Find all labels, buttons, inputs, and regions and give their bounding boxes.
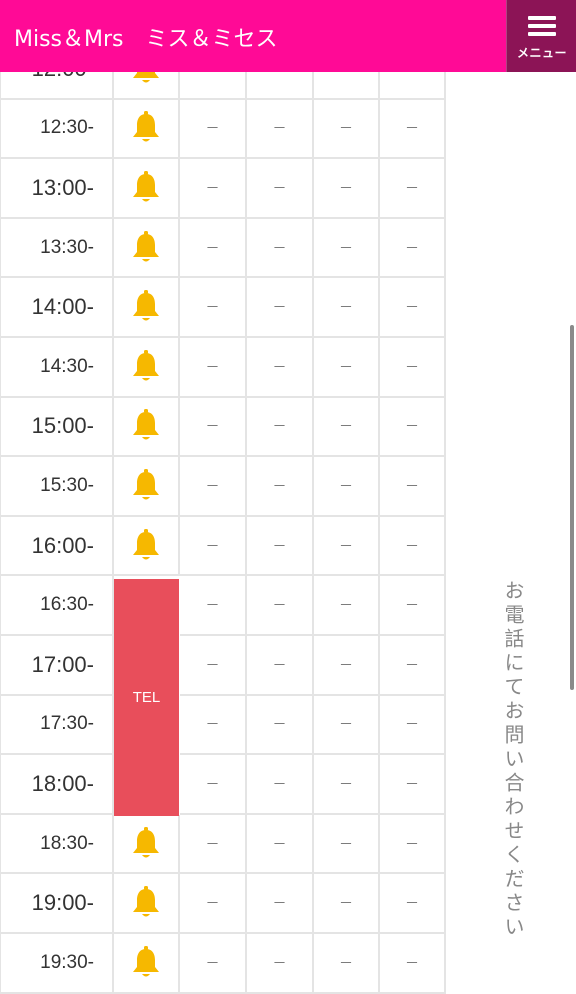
- bell-icon[interactable]: [114, 278, 180, 338]
- unavailable-slot: －: [180, 338, 247, 398]
- unavailable-slot: －: [180, 814, 247, 875]
- brand-title[interactable]: Miss＆Mrs ミス＆ミセス: [14, 21, 278, 53]
- unavailable-slot: －: [180, 159, 247, 219]
- tel-booking-block[interactable]: TEL: [114, 579, 179, 816]
- bell-icon[interactable]: [114, 159, 180, 219]
- bell-icon[interactable]: [114, 99, 180, 160]
- unavailable-slot: －: [314, 457, 380, 517]
- unavailable-slot: －: [380, 695, 446, 756]
- unavailable-slot: －: [380, 755, 446, 815]
- unavailable-slot: －: [314, 99, 380, 160]
- unavailable-slot: －: [380, 159, 446, 219]
- hamburger-icon-bar: [528, 32, 556, 36]
- time-slot-label: 14:30-: [0, 338, 114, 398]
- bell-icon[interactable]: [114, 338, 180, 398]
- hamburger-icon: [528, 16, 556, 20]
- unavailable-slot: －: [314, 695, 380, 756]
- unavailable-slot: －: [247, 814, 314, 875]
- unavailable-slot: －: [314, 159, 380, 219]
- unavailable-slot: －: [180, 457, 247, 517]
- unavailable-slot: －: [380, 814, 446, 875]
- unavailable-slot: －: [247, 934, 314, 994]
- unavailable-slot: －: [380, 516, 446, 577]
- time-slot-label: 14:00-: [0, 278, 114, 338]
- phone-inquiry-note: お電話にてお問い合わせください: [501, 580, 525, 940]
- time-slot-label: 17:00-: [0, 636, 114, 696]
- unavailable-slot: －: [180, 934, 247, 994]
- bell-icon[interactable]: [114, 934, 180, 994]
- bell-icon[interactable]: [114, 516, 180, 577]
- menu-button[interactable]: メニュー: [506, 0, 576, 72]
- time-slot-label: 13:00-: [0, 159, 114, 219]
- menu-label: メニュー: [516, 46, 567, 60]
- schedule-table: 12:00-－－－－12:30-－－－－13:00-－－－－13:30-－－－－…: [0, 0, 446, 994]
- time-slot-label: 17:30-: [0, 695, 114, 756]
- unavailable-slot: －: [314, 636, 380, 696]
- bell-icon[interactable]: [114, 814, 180, 875]
- time-slot-label: 19:00-: [0, 874, 114, 934]
- time-slot-label: 18:30-: [0, 814, 114, 875]
- unavailable-slot: －: [314, 814, 380, 875]
- unavailable-slot: －: [247, 397, 314, 458]
- unavailable-slot: －: [314, 278, 380, 338]
- unavailable-slot: －: [247, 516, 314, 577]
- unavailable-slot: －: [380, 218, 446, 279]
- unavailable-slot: －: [314, 874, 380, 934]
- unavailable-slot: －: [180, 516, 247, 577]
- unavailable-slot: －: [247, 576, 314, 636]
- unavailable-slot: －: [247, 99, 314, 160]
- unavailable-slot: －: [314, 576, 380, 636]
- unavailable-slot: －: [247, 338, 314, 398]
- unavailable-slot: －: [380, 636, 446, 696]
- unavailable-slot: －: [180, 695, 247, 756]
- unavailable-slot: －: [247, 218, 314, 279]
- time-slot-label: 16:30-: [0, 576, 114, 636]
- time-slot-label: 15:00-: [0, 397, 114, 458]
- unavailable-slot: －: [380, 397, 446, 458]
- time-slot-label: 16:00-: [0, 516, 114, 577]
- unavailable-slot: －: [314, 218, 380, 279]
- tel-label: TEL: [132, 689, 161, 706]
- bell-icon[interactable]: [114, 218, 180, 279]
- time-slot-label: 18:00-: [0, 755, 114, 815]
- unavailable-slot: －: [247, 278, 314, 338]
- unavailable-slot: －: [180, 874, 247, 934]
- unavailable-slot: －: [247, 695, 314, 756]
- unavailable-slot: －: [314, 397, 380, 458]
- unavailable-slot: －: [180, 397, 247, 458]
- unavailable-slot: －: [380, 576, 446, 636]
- unavailable-slot: －: [180, 755, 247, 815]
- bell-icon[interactable]: [114, 397, 180, 458]
- time-slot-label: 19:30-: [0, 934, 114, 994]
- unavailable-slot: －: [247, 755, 314, 815]
- unavailable-slot: －: [180, 99, 247, 160]
- unavailable-slot: －: [247, 159, 314, 219]
- unavailable-slot: －: [314, 934, 380, 994]
- unavailable-slot: －: [180, 218, 247, 279]
- unavailable-slot: －: [180, 576, 247, 636]
- bell-icon[interactable]: [114, 874, 180, 934]
- time-slot-label: 13:30-: [0, 218, 114, 279]
- unavailable-slot: －: [247, 874, 314, 934]
- unavailable-slot: －: [380, 99, 446, 160]
- unavailable-slot: －: [180, 278, 247, 338]
- unavailable-slot: －: [314, 755, 380, 815]
- app-header: Miss＆Mrs ミス＆ミセス メニュー: [0, 0, 576, 72]
- time-slot-label: 15:30-: [0, 457, 114, 517]
- unavailable-slot: －: [180, 636, 247, 696]
- unavailable-slot: －: [380, 338, 446, 398]
- hamburger-icon-bar: [528, 24, 556, 28]
- unavailable-slot: －: [314, 338, 380, 398]
- time-slot-label: 12:30-: [0, 99, 114, 160]
- bell-icon[interactable]: [114, 457, 180, 517]
- unavailable-slot: －: [380, 457, 446, 517]
- unavailable-slot: －: [380, 874, 446, 934]
- unavailable-slot: －: [380, 934, 446, 994]
- unavailable-slot: －: [314, 516, 380, 577]
- unavailable-slot: －: [247, 457, 314, 517]
- unavailable-slot: －: [380, 278, 446, 338]
- unavailable-slot: －: [247, 636, 314, 696]
- scrollbar[interactable]: [570, 325, 574, 690]
